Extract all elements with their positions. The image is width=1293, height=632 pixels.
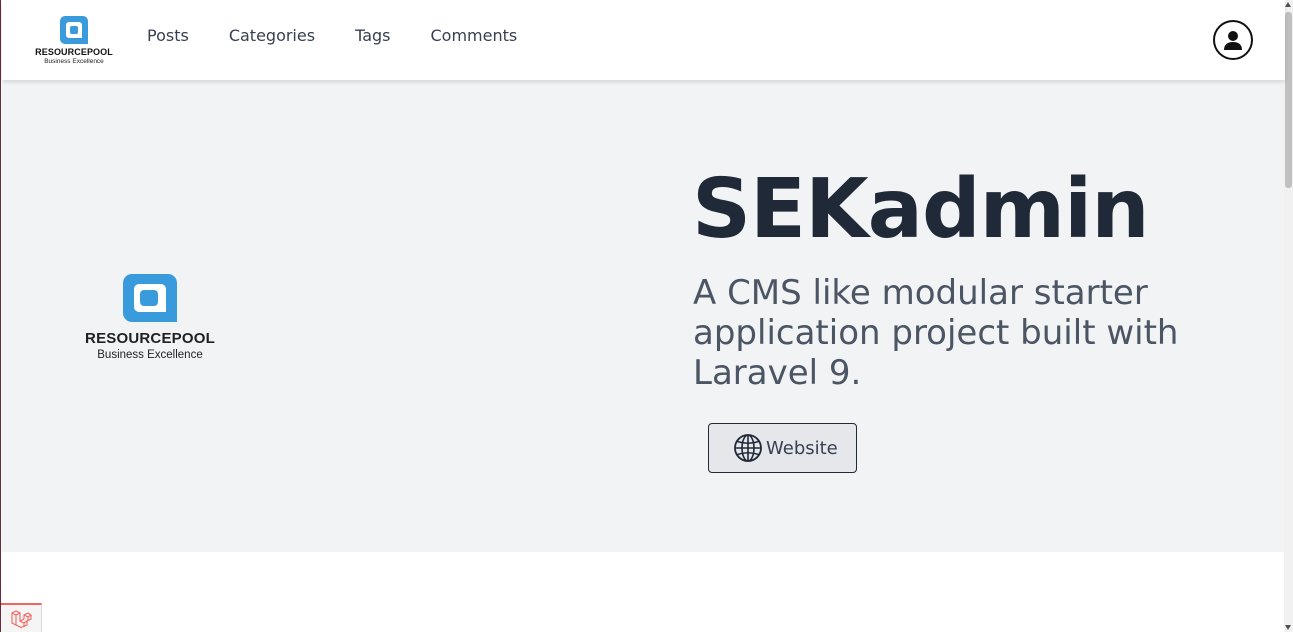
user-menu-button[interactable] [1213,20,1253,60]
page: RESOURCEPOOL Business Excellence Posts C… [0,0,1285,632]
nav-link-comments[interactable]: Comments [430,26,517,46]
globe-icon [734,434,762,462]
nav-link-categories[interactable]: Categories [229,26,315,46]
laravel-icon [11,609,32,628]
scroll-thumb[interactable] [1285,12,1292,188]
website-button[interactable]: Website [708,423,857,473]
nav-logo-link[interactable]: RESOURCEPOOL Business Excellence [35,15,113,67]
nav-logo-tagline: Business Excellence [44,58,104,65]
user-icon [1224,31,1242,50]
hero-subtitle: A CMS like modular starter application p… [693,273,1179,393]
website-button-label: Website [766,437,838,459]
page-scrollbar[interactable] [1284,0,1293,632]
nav-link-tags[interactable]: Tags [355,26,390,46]
hero-logo-brand: RESOURCEPOOL [85,330,215,347]
main-nav: Posts Categories Tags Comments [147,26,557,46]
nav-link-posts[interactable]: Posts [147,26,189,46]
hero-title: SEKadmin [692,162,1150,257]
resourcepool-logo-icon [60,16,88,44]
debugbar-toggle[interactable] [1,603,42,632]
scroll-up-arrow-icon[interactable] [1285,2,1291,7]
hero-logo: RESOURCEPOOL Business Excellence [82,273,222,363]
top-navbar: RESOURCEPOOL Business Excellence Posts C… [2,0,1285,80]
resourcepool-logo-icon [123,274,177,322]
scroll-down-arrow-icon[interactable] [1285,625,1291,630]
nav-logo-brand: RESOURCEPOOL [35,47,113,57]
hero-logo-tagline: Business Excellence [97,349,203,361]
hero-section: RESOURCEPOOL Business Excellence SEKadmi… [2,80,1285,552]
